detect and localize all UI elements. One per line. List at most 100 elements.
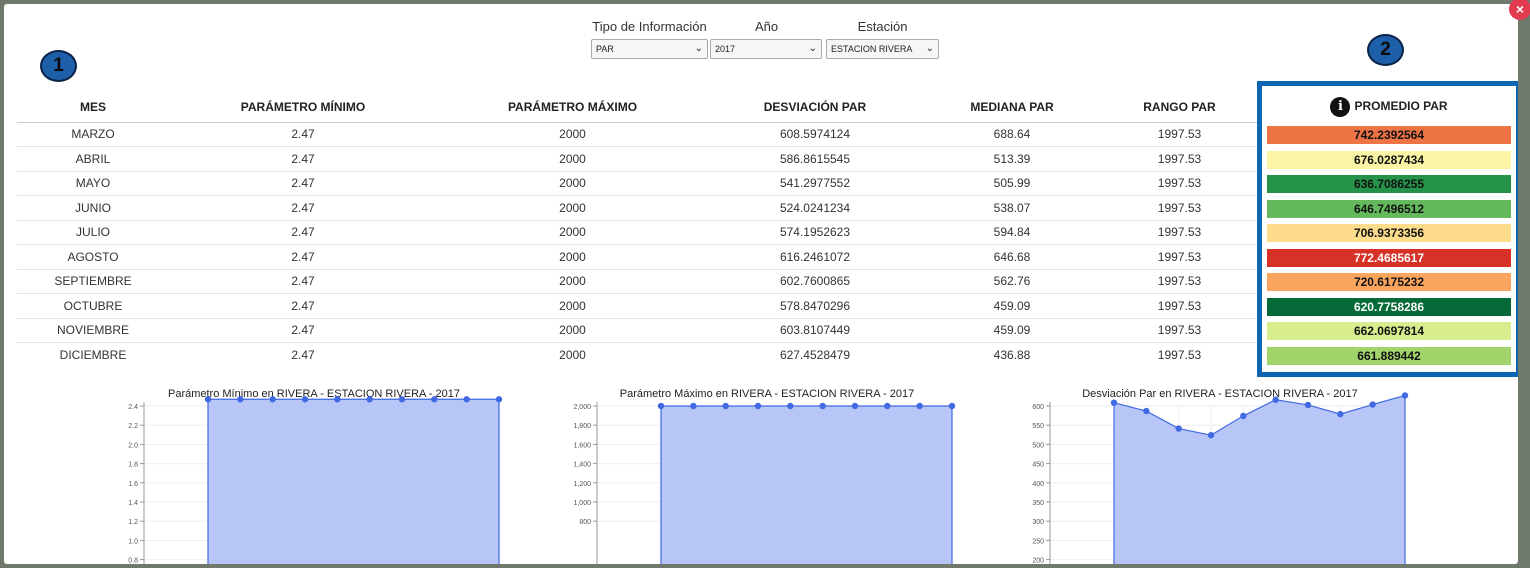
chart-svg: 2.4 2.2 2.0 1.8 1.6 1.4 1.2 1.0 0.8 — [128, 396, 503, 564]
data-modal: Tipo de Información PAR ⌄ Año 2017 ⌄ Estac… — [4, 4, 1518, 564]
info-icon[interactable]: i — [1330, 97, 1351, 117]
cell-rango: 1997.53 — [1102, 121, 1257, 147]
y-tick-label: 1,600 — [573, 442, 591, 449]
data-point — [1175, 425, 1182, 432]
estacion-select-value: ESTACION RIVERA — [831, 44, 913, 54]
data-point — [1110, 399, 1118, 406]
y-tick-label: 450 — [1032, 462, 1044, 469]
series-area — [208, 399, 499, 564]
table-row: JULIO 2.47 2000 574.1952623 594.84 1997.53 — [17, 219, 1257, 245]
cell-max: 2000 — [437, 121, 708, 147]
data-point — [204, 396, 212, 403]
promedio-cell: 706.9373356 — [1267, 224, 1511, 242]
chevron-down-icon: ⌄ — [808, 43, 817, 54]
cell-mes: OCTUBRE — [17, 293, 169, 318]
step-badge-2: 2 — [1367, 34, 1404, 66]
cell-desv: 578.8470296 — [708, 293, 922, 318]
header-desviacion: DESVIACIÓN PAR — [763, 99, 867, 114]
data-point — [851, 402, 859, 410]
header-mediana: MEDIANA PAR — [970, 99, 1054, 114]
y-tick-label: 500 — [1032, 442, 1044, 449]
data-point — [1337, 410, 1344, 418]
cell-rango: 1997.53 — [1102, 146, 1257, 171]
cell-rango: 1997.53 — [1102, 293, 1257, 318]
y-tick-label: 0.8 — [128, 558, 138, 564]
cell-desv: 608.5974124 — [708, 121, 922, 147]
data-point — [884, 402, 891, 410]
promedio-cell: 676.0287434 — [1267, 150, 1511, 169]
header-promedio-label: PROMEDIO PAR — [1354, 99, 1448, 114]
data-point — [690, 402, 697, 410]
promedio-cell: 772.4685617 — [1267, 248, 1511, 267]
table-row: ABRIL 2.47 2000 586.8615545 513.39 1997.53 — [17, 146, 1257, 171]
table-row: SEPTIEMBRE 2.47 2000 602.7600865 562.76 1997.… — [17, 268, 1257, 294]
cell-min: 2.47 — [169, 268, 437, 294]
promedio-cell: 662.0697814 — [1267, 322, 1511, 340]
promedio-cell: 646.7496512 — [1267, 199, 1511, 218]
cell-max: 2000 — [437, 195, 708, 220]
y-tick-label: 1.2 — [128, 519, 138, 526]
cell-mediana: 538.07 — [922, 195, 1102, 220]
cell-min: 2.47 — [169, 244, 437, 269]
y-tick-label: 1.4 — [128, 500, 138, 507]
data-point — [398, 396, 406, 403]
cell-rango: 1997.53 — [1102, 244, 1257, 269]
filter-tipo: Tipo de Información PAR ⌄ — [591, 19, 708, 59]
promedio-cell: 742.2392564 — [1267, 126, 1511, 144]
header-promedio: i PROMEDIO PAR — [1262, 97, 1516, 117]
step-badge-1: 1 — [40, 50, 77, 82]
promedio-highlight-box: i PROMEDIO PAR 742.2392564 676.0287434 636.… — [1257, 81, 1518, 377]
cell-mediana: 594.84 — [922, 219, 1102, 245]
cell-rango: 1997.53 — [1102, 195, 1257, 220]
filter-tipo-label: Tipo de Información — [592, 19, 707, 34]
promedio-cells: 742.2392564 676.0287434 636.7086255 646.749… — [1267, 126, 1511, 371]
data-point — [722, 402, 729, 410]
cell-mes: DICIEMBRE — [17, 342, 169, 367]
cell-min: 2.47 — [169, 317, 437, 343]
cell-desv: 541.2977552 — [708, 170, 922, 196]
y-tick-label: 2.0 — [128, 442, 138, 449]
data-point — [787, 402, 794, 410]
data-point — [1207, 431, 1215, 439]
table-row: OCTUBRE 2.47 2000 578.8470296 459.09 1997.53 — [17, 293, 1257, 318]
anio-select-value: 2017 — [715, 44, 736, 54]
promedio-cell: 661.889442 — [1267, 346, 1511, 365]
data-point — [1369, 401, 1376, 408]
cell-min: 2.47 — [169, 219, 437, 245]
close-icon[interactable]: × — [1509, 0, 1530, 20]
cell-max: 2000 — [437, 317, 708, 343]
cell-mes: ABRIL — [17, 146, 169, 171]
data-point — [916, 402, 923, 410]
cell-mediana: 513.39 — [922, 146, 1102, 171]
data-point — [1272, 396, 1279, 403]
cell-mediana: 459.09 — [922, 293, 1102, 318]
chart-desviacion-par: Desviación Par en RIVERA - ESTACION RIVE… — [1010, 384, 1430, 564]
data-point — [495, 396, 503, 403]
cell-rango: 1997.53 — [1102, 170, 1257, 196]
estacion-select[interactable]: ESTACION RIVERA ⌄ — [826, 39, 939, 59]
table-row: MARZO 2.47 2000 608.5974124 688.64 1997.53 — [17, 121, 1257, 147]
anio-select[interactable]: 2017 ⌄ — [710, 39, 822, 59]
cell-mediana: 646.68 — [922, 244, 1102, 269]
y-tick-label: 400 — [1032, 481, 1044, 488]
cell-min: 2.47 — [169, 121, 437, 147]
chevron-down-icon: ⌄ — [694, 43, 703, 54]
y-tick-label: 2.4 — [128, 404, 138, 411]
cell-max: 2000 — [437, 244, 708, 269]
table-row: DICIEMBRE 2.47 2000 627.4528479 436.88 1997.5… — [17, 342, 1257, 367]
cell-min: 2.47 — [169, 293, 437, 318]
cell-mes: JUNIO — [17, 195, 169, 220]
cell-mediana: 505.99 — [922, 170, 1102, 196]
cell-min: 2.47 — [169, 342, 437, 367]
cell-rango: 1997.53 — [1102, 317, 1257, 343]
filter-estacion: Estación ESTACION RIVERA ⌄ — [826, 19, 939, 59]
cell-max: 2000 — [437, 293, 708, 318]
data-point — [1401, 392, 1409, 399]
tipo-select[interactable]: PAR ⌄ — [591, 39, 708, 59]
chart-parametro-minimo: Parámetro Mínimo en RIVERA - ESTACION RI… — [104, 384, 524, 564]
tipo-select-value: PAR — [596, 44, 614, 54]
chevron-down-icon: ⌄ — [925, 43, 934, 54]
cell-desv: 574.1952623 — [708, 219, 922, 245]
cell-rango: 1997.53 — [1102, 219, 1257, 245]
cell-min: 2.47 — [169, 170, 437, 196]
